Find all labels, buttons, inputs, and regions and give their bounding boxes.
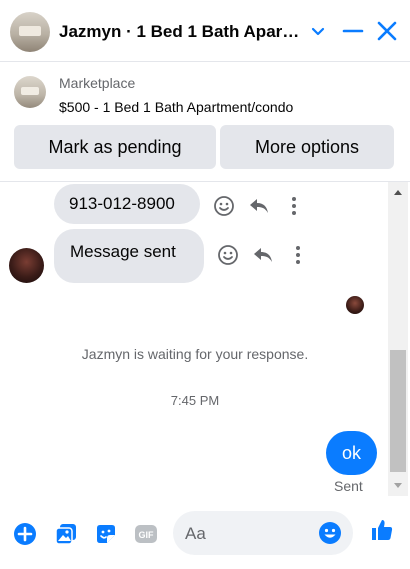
react-icon[interactable] [212,194,236,218]
message-bubble[interactable]: 913-012-8900 [54,184,200,224]
sticker-icon[interactable] [94,522,118,546]
reply-icon[interactable] [251,243,275,267]
chat-title[interactable]: Jazmyn · 1 Bed 1 Bath Apartment/condo [59,22,304,42]
waiting-status-text: Jazmyn is waiting for your response. [81,346,309,362]
svg-text:GIF: GIF [139,530,155,540]
scroll-up-arrow-icon[interactable] [394,190,402,195]
scroll-down-arrow-icon[interactable] [394,483,402,488]
seen-indicator-avatar [346,296,364,314]
outgoing-message-bubble[interactable]: ok [326,431,377,475]
mark-as-pending-button[interactable]: Mark as pending [14,125,216,169]
more-icon[interactable] [282,194,306,218]
sent-status: Sent [334,478,363,494]
listing-source-label: Marketplace [59,75,136,91]
listing-thumbnail[interactable] [14,76,46,108]
chat-header: Jazmyn · 1 Bed 1 Bath Apartment/condo [0,0,410,62]
more-icon[interactable] [286,243,310,267]
emoji-icon[interactable] [318,521,342,545]
plus-circle-icon[interactable] [13,522,37,546]
composer: GIF Aa [0,496,410,569]
react-icon[interactable] [216,243,240,267]
message-input-placeholder: Aa [185,524,206,543]
listing-title[interactable]: $500 - 1 Bed 1 Bath Apartment/condo [59,99,293,115]
scrollbar[interactable] [388,182,408,496]
message-input[interactable]: Aa [173,511,353,555]
chevron-down-icon[interactable] [305,18,331,44]
chat-avatar[interactable] [10,12,50,52]
minimize-icon[interactable] [340,18,366,44]
sender-avatar[interactable] [9,248,44,283]
reply-icon[interactable] [247,194,271,218]
close-icon[interactable] [374,18,400,44]
photo-icon[interactable] [54,522,78,546]
like-icon[interactable] [370,518,398,546]
marketplace-listing: Marketplace $500 - 1 Bed 1 Bath Apartmen… [0,62,410,182]
gif-icon[interactable]: GIF [134,522,158,546]
more-options-button[interactable]: More options [220,125,394,169]
timestamp: 7:45 PM [170,393,220,408]
message-list: 913-012-8900 Message sent Jazmyn is wait… [0,182,410,496]
message-bubble[interactable]: Message sent [54,229,204,283]
scrollbar-thumb[interactable] [390,350,406,472]
